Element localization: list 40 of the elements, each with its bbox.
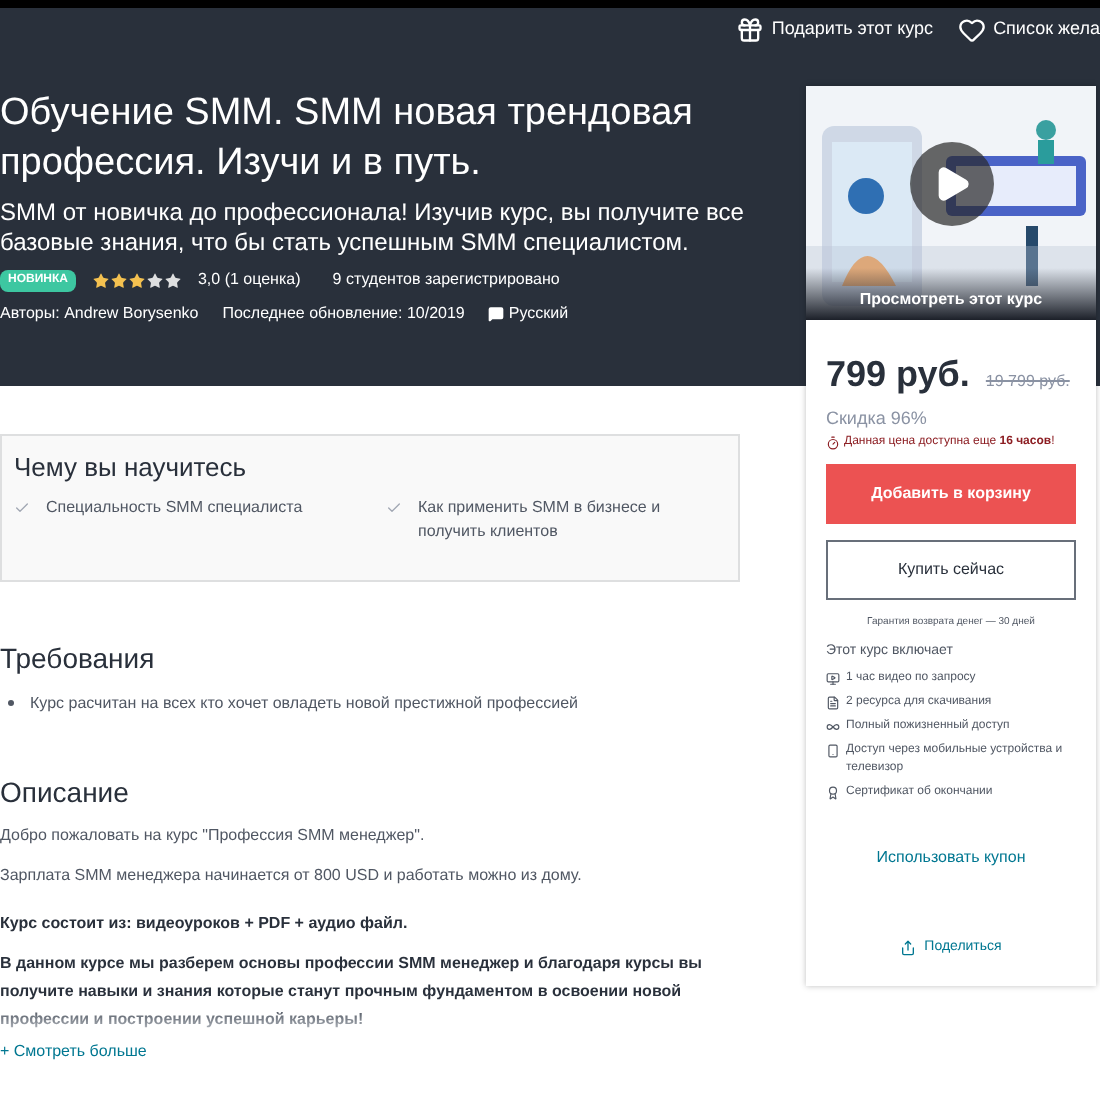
course-subtitle: SMM от новичка до профессионала! Изучив курс, вы получите все базовые знания, что бы стать успешным SMM специалистом. (0, 198, 746, 258)
certificate-icon (826, 785, 840, 799)
check-icon (386, 499, 402, 515)
header-link[interactable]: Подарить этот курс (735, 16, 934, 44)
file-icon (826, 695, 840, 709)
course-title: Обучение SMM. SMM новая трендовая профессия. Изучи и в путь. (0, 90, 695, 188)
old-price: 19 799 руб. (985, 370, 1070, 394)
heart-icon (957, 16, 986, 44)
preview-video[interactable]: Просмотреть этот курс (806, 86, 1096, 320)
discount-text: Скидка 96% (826, 406, 929, 432)
description-paragraph: Курс состоит из: видеоуроков + PDF + аудио файл. (0, 911, 410, 936)
section-heading: Описание (0, 773, 131, 811)
language-text: Русский (508, 302, 569, 326)
video-icon (826, 671, 840, 685)
bullet-icon (8, 699, 14, 705)
buy-now-button[interactable]: Купить сейчас (826, 539, 1076, 599)
header-link[interactable]: Список жела (957, 16, 1100, 44)
section-heading: Требования (0, 639, 157, 678)
mobile-icon (826, 743, 840, 757)
share-icon (900, 939, 917, 956)
authors-text: Авторы: Andrew Borysenko (0, 302, 199, 326)
learn-item: Специальность SMM специалиста (46, 495, 303, 520)
section-heading: Чему вы научитесь (14, 450, 249, 486)
price: 799 руб. (826, 352, 970, 398)
gift-icon (735, 16, 764, 44)
infinity-icon (826, 719, 840, 733)
preview-caption: Просмотреть этот курс (806, 268, 1096, 320)
speech-bubble-icon (488, 306, 505, 322)
show-more-link[interactable]: + Смотреть больше (0, 1037, 147, 1065)
learn-item: Как применить SMM в бизнесе и получить клиентов (418, 495, 663, 543)
update-date: Последнее обновление: 10/2019 (222, 302, 465, 326)
requirement-item: Курс расчитан на всех кто хочет овладеть новой престижной профессией (30, 691, 578, 715)
coupon-link[interactable]: Использовать купон (876, 845, 1026, 869)
timer-icon (826, 435, 840, 449)
check-icon (14, 499, 30, 515)
description-paragraph: Зарплата SMM менеджера начинается от 800 USD и работать можно из дому. (0, 863, 584, 888)
students-count: 9 студентов зарегистрировано (332, 268, 560, 292)
add-to-cart-button[interactable]: Добавить в корзину (826, 463, 1076, 523)
rating-text: 3,0 (1 оценка) (197, 268, 301, 292)
description-paragraph: Добро пожаловать на курс "Профессия SMM менеджер". (0, 823, 427, 848)
